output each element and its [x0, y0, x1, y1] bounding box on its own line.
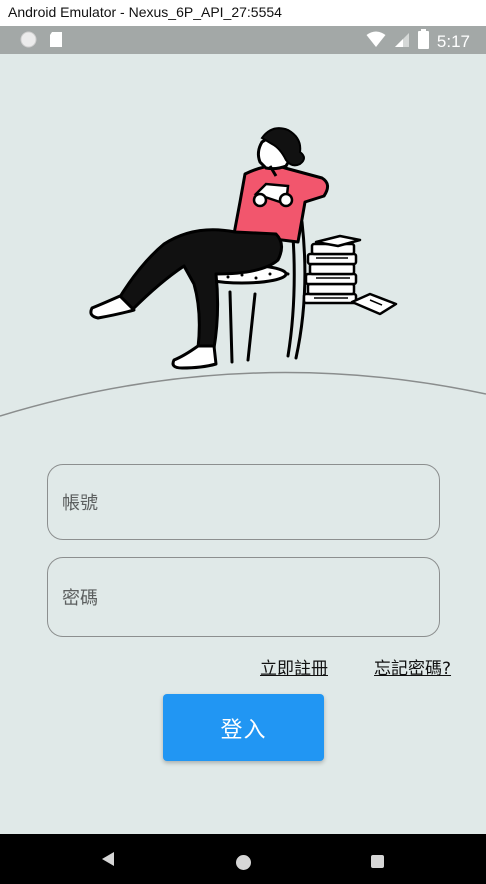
- status-time: 5:17: [436, 31, 470, 51]
- reading-person-illustration: [89, 127, 398, 370]
- account-placeholder: 帳號: [62, 493, 98, 514]
- back-icon[interactable]: [101, 851, 115, 871]
- password-input[interactable]: 密碼: [47, 557, 440, 637]
- wifi-icon: [366, 31, 386, 53]
- navigation-bar: [0, 834, 486, 884]
- hill-curve: [0, 371, 486, 417]
- circle-notification-icon: [20, 31, 37, 52]
- signal-icon: [394, 31, 410, 53]
- window-title: Android Emulator - Nexus_6P_API_27:5554: [0, 0, 486, 26]
- login-screen: 帳號 密碼 立即註冊 忘記密碼? 登入: [0, 54, 486, 834]
- account-input[interactable]: 帳號: [47, 464, 440, 540]
- home-icon[interactable]: [236, 855, 251, 870]
- password-placeholder: 密碼: [62, 588, 98, 609]
- battery-icon: [417, 29, 429, 54]
- sd-card-icon: [49, 31, 63, 52]
- forgot-password-link[interactable]: 忘記密碼?: [374, 654, 451, 679]
- register-link[interactable]: 立即註冊: [260, 654, 328, 679]
- login-button[interactable]: 登入: [163, 694, 324, 761]
- recents-icon[interactable]: [371, 855, 384, 868]
- status-bar: 5:17: [0, 26, 486, 54]
